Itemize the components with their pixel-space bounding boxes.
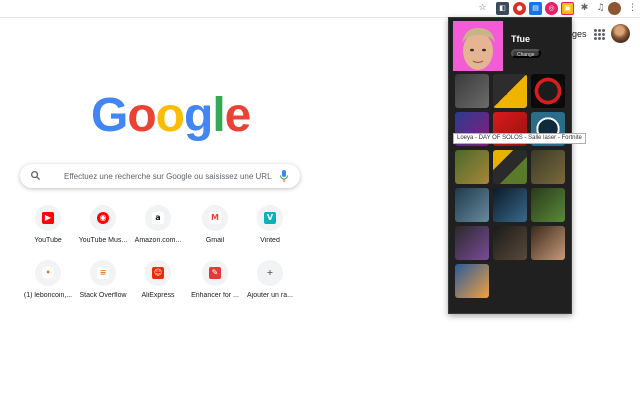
shortcut-label: YouTube Mus... (78, 237, 128, 244)
shortcut-tile[interactable]: ≡ Stack Overflow (73, 260, 133, 312)
stream-thumbnail[interactable] (493, 188, 527, 222)
shortcut-favicon-bg: a (145, 205, 171, 231)
shortcut-tile[interactable]: ✎ Enhancer for ... (185, 260, 245, 312)
shortcut-favicon-bg: • (35, 260, 61, 286)
shortcut-label: Enhancer for ... (191, 292, 239, 299)
add-shortcut-icon: + (264, 267, 276, 279)
shortcut-favicon-bg: ◉ (90, 205, 116, 231)
stream-thumbnail[interactable] (531, 226, 565, 260)
shortcut-tile[interactable]: • (1) leboncoin,... (18, 260, 78, 312)
stream-thumbnail[interactable] (455, 188, 489, 222)
shortcut-tile[interactable]: ☺ AliExpress (128, 260, 188, 312)
shortcut-favicon-bg: + (257, 260, 283, 286)
stream-thumbnail[interactable] (531, 150, 565, 184)
shortcut-label: Amazon.com... (134, 237, 182, 244)
profile-avatar[interactable] (608, 2, 621, 15)
logo-letter: g (184, 89, 213, 142)
stream-thumbnail[interactable] (455, 74, 489, 108)
shortcut-label: Gmail (205, 237, 225, 244)
change-button[interactable]: Change (511, 49, 541, 58)
menu-dots-icon[interactable]: ⋮ (626, 2, 639, 15)
shortcut-label: Stack Overflow (79, 292, 127, 299)
stream-thumbnail[interactable] (455, 226, 489, 260)
streamer-avatar (453, 21, 503, 71)
amazon-icon: a (152, 212, 164, 224)
shortcut-label: (1) leboncoin,... (23, 292, 73, 299)
youtube-music-icon: ◉ (97, 212, 109, 224)
stream-thumbnail[interactable] (493, 150, 527, 184)
shortcut-tile[interactable]: ◉ YouTube Mus... (73, 205, 133, 257)
shortcut-tile[interactable]: V Vinted (240, 205, 300, 257)
browser-new-tab-page: ☆ ◧ ● ▤ ◎ ▣ ✱ ♫ ⋮ ages Google ▶YouTube◉Y… (0, 0, 640, 400)
youtube-icon: ▶ (42, 212, 54, 224)
shortcut-label: AliExpress (141, 292, 175, 299)
search-input[interactable] (64, 169, 284, 183)
shortcut-label: Vinted (260, 237, 280, 244)
shortcut-label: Ajouter un ra... (247, 292, 293, 299)
logo-letter: l (212, 89, 225, 142)
account-avatar[interactable] (611, 24, 630, 43)
google-logo: Google (91, 89, 252, 142)
logo-letter: o (155, 89, 185, 142)
shortcut-favicon-bg: ✎ (202, 260, 228, 286)
shortcut-tile[interactable]: a Amazon.com... (128, 205, 188, 257)
shortcut-favicon-bg: M (202, 205, 228, 231)
extension-a-icon[interactable]: ◧ (496, 2, 509, 15)
media-icon[interactable]: ♫ (594, 2, 607, 15)
search-box (20, 164, 300, 188)
vinted-icon: V (264, 212, 276, 224)
search-icon (31, 171, 41, 181)
shortcut-favicon-bg: ≡ (90, 260, 116, 286)
gmail-icon: M (209, 212, 221, 224)
shortcut-tile[interactable]: + Ajouter un ra... (240, 260, 300, 312)
extension-b-icon[interactable]: ● (513, 2, 526, 15)
star-icon[interactable]: ☆ (476, 2, 489, 15)
aliexpress-icon: ☺ (152, 267, 164, 279)
stream-thumbnail[interactable] (493, 74, 527, 108)
enhancer-icon: ✎ (209, 267, 221, 279)
shortcut-favicon-bg: V (257, 205, 283, 231)
extension-e-icon[interactable]: ▣ (561, 2, 574, 15)
stackoverflow-icon: ≡ (97, 267, 109, 279)
extensions-puzzle-icon[interactable]: ✱ (578, 2, 591, 15)
logo-letter: G (91, 89, 128, 142)
shortcut-tile[interactable]: M Gmail (185, 205, 245, 257)
leboncoin-icon: • (42, 267, 54, 279)
apps-grid-icon[interactable] (594, 29, 605, 40)
streamer-name: Tfue (511, 34, 530, 44)
logo-letter: o (127, 89, 156, 142)
stream-thumbnail[interactable] (531, 188, 565, 222)
extension-c-icon[interactable]: ▤ (529, 2, 542, 15)
stream-thumbnail[interactable] (531, 74, 565, 108)
stream-thumbnail[interactable] (455, 264, 489, 298)
mic-icon[interactable] (279, 170, 289, 182)
shortcut-favicon-bg: ☺ (145, 260, 171, 286)
shortcut-tile[interactable]: ▶ YouTube (18, 205, 78, 257)
stream-thumbnail[interactable] (455, 150, 489, 184)
browser-toolbar: ☆ ◧ ● ▤ ◎ ▣ ✱ ♫ ⋮ (0, 0, 640, 18)
logo-letter: e (224, 89, 252, 142)
shortcut-favicon-bg: ▶ (35, 205, 61, 231)
stream-thumbnail[interactable] (493, 226, 527, 260)
shortcut-label: YouTube (34, 237, 62, 244)
streamer-popup: Tfue Change (448, 17, 572, 314)
stream-tooltip: Loeya - DAY OF SOLOS - Salle laser - For… (453, 133, 586, 144)
extension-d-icon[interactable]: ◎ (545, 2, 558, 15)
